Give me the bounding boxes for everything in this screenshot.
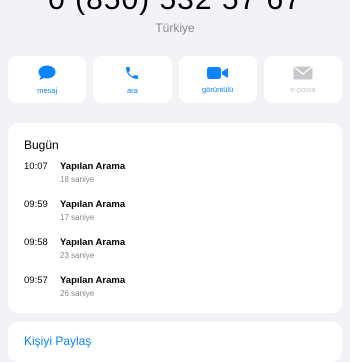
message-label: mesaj — [37, 85, 58, 95]
message-icon — [38, 65, 56, 81]
phone-icon — [124, 65, 140, 81]
call-time: 09:59 — [24, 199, 48, 210]
call-type: Yapılan Arama — [60, 199, 126, 210]
call-time: 10:07 — [24, 161, 48, 172]
message-button[interactable]: mesaj — [8, 56, 87, 103]
call-time: 09:57 — [24, 275, 48, 286]
video-button[interactable]: görüntülü — [178, 56, 257, 103]
share-contact-button[interactable]: Kişiyi Paylaş — [24, 334, 91, 348]
call-duration: 17 saniye — [60, 213, 95, 222]
phone-number: 0 (850) 532 57 67 — [0, 0, 350, 17]
mail-icon — [293, 66, 313, 80]
call-label: ara — [126, 85, 138, 95]
call-button[interactable]: ara — [93, 56, 172, 103]
recent-calls-card: Bugün 10:07 Yapılan Arama 18 saniye 09:5… — [8, 123, 342, 313]
call-duration: 26 saniye — [60, 289, 95, 298]
action-buttons: mesaj ara görüntülü e-posta — [8, 56, 342, 103]
share-contact-card: Kişiyi Paylaş — [8, 322, 342, 362]
call-duration: 23 saniye — [60, 251, 95, 260]
country-label: Türkiye — [155, 21, 195, 35]
call-type: Yapılan Arama — [60, 275, 126, 286]
call-row: 09:59 Yapılan Arama 17 saniye — [24, 199, 324, 229]
call-row: 09:58 Yapılan Arama 23 saniye — [24, 237, 324, 267]
call-time: 09:58 — [24, 237, 48, 248]
recents-day-title: Bugün — [24, 138, 59, 152]
mail-label: e-posta — [290, 84, 316, 94]
call-row: 09:57 Yapılan Arama 26 saniye — [24, 275, 324, 305]
video-icon — [206, 66, 229, 80]
call-type: Yapılan Arama — [60, 237, 126, 248]
call-row: 10:07 Yapılan Arama 18 saniye — [24, 161, 324, 191]
call-duration: 18 saniye — [60, 175, 95, 184]
mail-button: e-posta — [263, 56, 342, 103]
call-type: Yapılan Arama — [60, 161, 126, 172]
video-label: görüntülü — [201, 84, 234, 94]
